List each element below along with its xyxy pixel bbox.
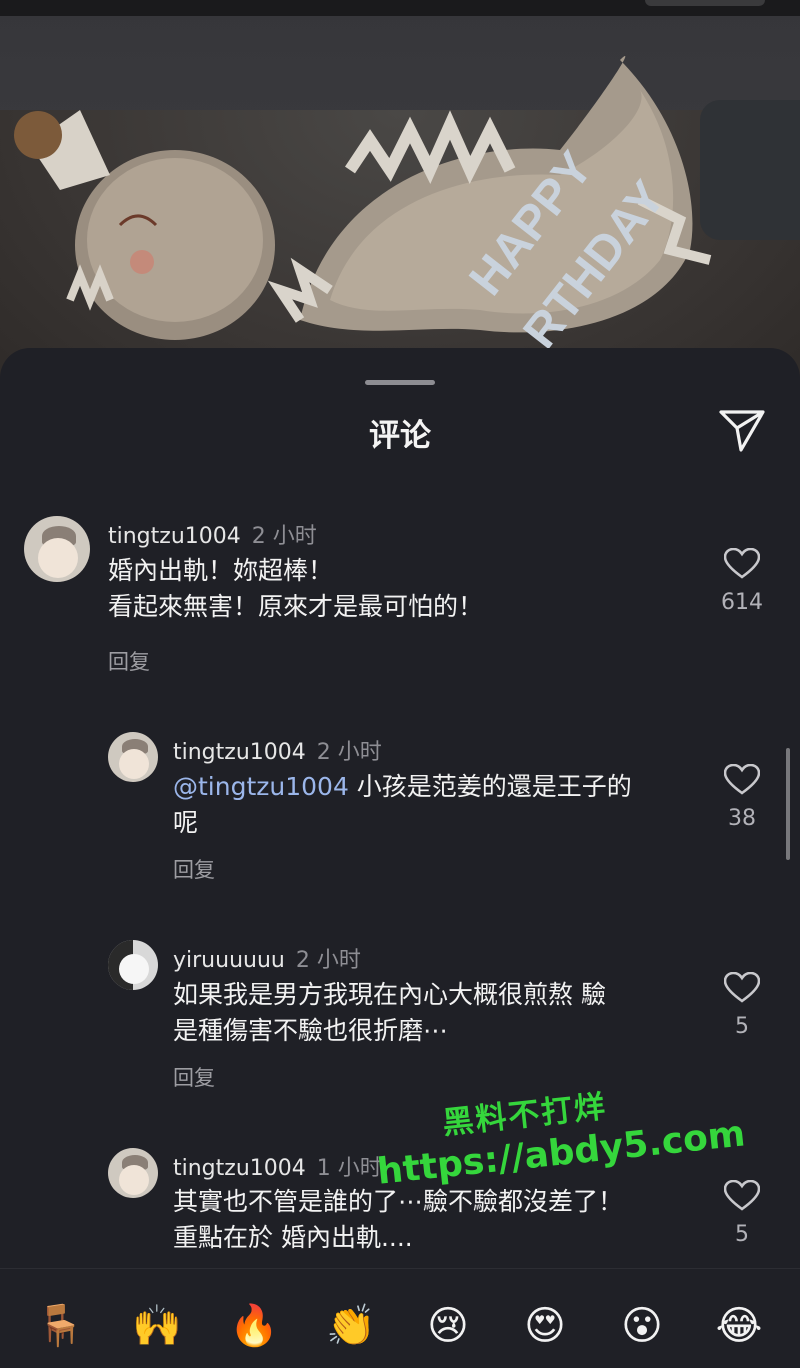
like-button[interactable]: 614 [712,548,772,615]
emoji-heart-eyes[interactable]: 😍 [515,1296,575,1356]
like-count: 614 [721,590,763,615]
share-button[interactable] [718,406,766,454]
emoji-clapping[interactable]: 👏 [321,1296,381,1356]
mention-link[interactable]: @tingtzu1004 [173,772,349,801]
heart-outline-icon [724,548,760,579]
reply-button[interactable]: 回复 [173,854,215,884]
comment-time: 2 小时 [251,524,317,549]
like-button[interactable]: 5 [712,1180,772,1247]
avatar[interactable] [108,1148,158,1198]
emoji-surprised[interactable]: 😮 [612,1296,672,1356]
emoji-raising-hands[interactable]: 🙌 [127,1296,187,1356]
comment-text: @tingtzu1004 小孩是范姜的還是王子的 呢 [173,772,632,837]
comment-username[interactable]: tingtzu1004 [108,524,241,549]
emoji-reaction-bar: 🪑 🙌 🔥 👏 😢 😍 😮 😂 [0,1268,800,1368]
comment-username[interactable]: tingtzu1004 [173,1156,306,1181]
comment-time: 2 小时 [295,948,361,973]
reply-button[interactable]: 回复 [173,1062,215,1092]
like-count: 38 [728,806,756,831]
heart-outline-icon [724,1180,760,1211]
like-count: 5 [735,1222,749,1247]
emoji-joy[interactable]: 😂 [709,1296,769,1356]
comment-username[interactable]: tingtzu1004 [173,740,306,765]
comment-time: 1 小时 [316,1156,382,1181]
sheet-title: 评论 [369,418,431,454]
avatar[interactable] [24,516,90,582]
emoji-chair[interactable]: 🪑 [30,1296,90,1356]
avatar[interactable] [108,940,158,990]
comment-username[interactable]: yiruuuuuu [173,948,285,973]
comment-meta: tingtzu1004 2 小时 [173,734,382,766]
heart-outline-icon [724,764,760,795]
send-icon [719,410,765,452]
post-photo: HAPPY RTHDAY [0,0,800,400]
like-button[interactable]: 5 [712,972,772,1039]
like-button[interactable]: 38 [712,764,772,831]
avatar[interactable] [108,732,158,782]
emoji-fire[interactable]: 🔥 [224,1296,284,1356]
heart-outline-icon [724,972,760,1003]
comment-text: 其實也不管是誰的了⋯驗不驗都沒差了！ 重點在於 婚內出軌.... [173,1187,624,1252]
emoji-crying[interactable]: 😢 [418,1296,478,1356]
reply-button[interactable]: 回复 [108,646,150,676]
comment-meta: yiruuuuuu 2 小时 [173,942,361,974]
comment-time: 2 小时 [316,740,382,765]
dinosaur-balloons: HAPPY RTHDAY [14,56,712,358]
comment-text: 婚內出軌！妳超棒！ 看起來無害！原來才是最可怕的！ [108,556,484,621]
drag-handle[interactable] [365,380,435,385]
scrollbar[interactable] [786,748,790,860]
like-count: 5 [735,1014,749,1039]
comment-meta: tingtzu1004 2 小时 [108,518,317,550]
comment-meta: tingtzu1004 1 小时 [173,1150,382,1182]
comment-text: 如果我是男方我現在內心大概很煎熬 驗 是種傷害不驗也很折磨⋯ [173,980,606,1045]
